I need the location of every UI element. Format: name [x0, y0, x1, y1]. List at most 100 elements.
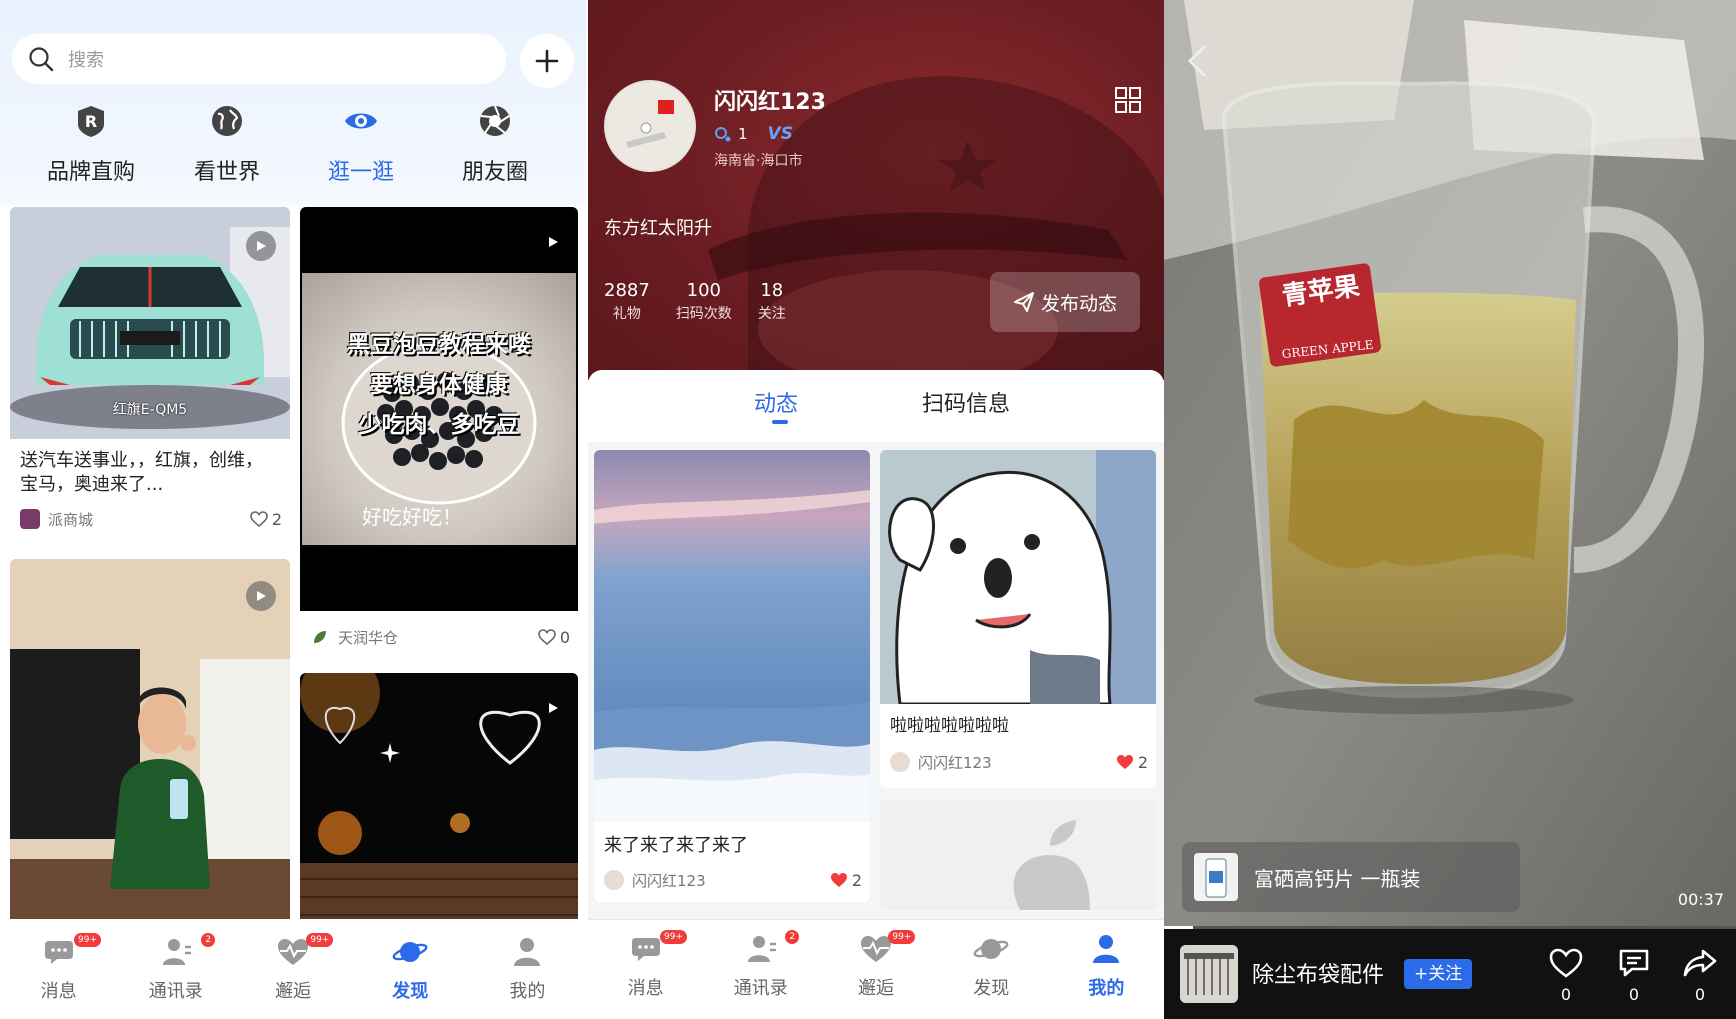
- heart-filled-icon: [830, 873, 847, 887]
- plus-icon: [535, 49, 559, 73]
- chat-bubble-icon: [631, 938, 660, 961]
- username: 闪闪红123: [714, 90, 826, 115]
- post-card[interactable]: 啦啦啦啦啦啦啦 闪闪红123 2: [880, 450, 1156, 788]
- author-name: 闪闪红123: [918, 753, 992, 772]
- stat-gifts[interactable]: 2887 礼物: [604, 280, 650, 323]
- tab-encounter[interactable]: 99+ 邂逅: [234, 923, 351, 1019]
- share-action[interactable]: 0: [1680, 947, 1720, 1004]
- tab-messages[interactable]: 99+ 消息: [0, 923, 117, 1019]
- feed-card[interactable]: 黑豆泡豆教程来喽 要想身体健康 少吃肉、多吃豆 好吃好吃！ 天润华仓 0: [300, 207, 578, 661]
- unread-badge: 99+: [660, 930, 687, 944]
- like-count[interactable]: 0: [538, 628, 570, 647]
- category-label: 逛一逛: [327, 160, 394, 185]
- tab-label: 通讯录: [148, 981, 203, 1002]
- feed-card[interactable]: [300, 673, 578, 919]
- video-player-panel: 青苹果 GREEN APPLE 富硒高钙片 一瓶装 00:37 除尘布袋配件 +…: [1164, 0, 1736, 1019]
- like-count[interactable]: 2: [1116, 753, 1148, 772]
- tab-label: 我的: [509, 981, 546, 1002]
- author-avatar: [604, 870, 624, 890]
- search-input[interactable]: 搜索: [12, 34, 506, 84]
- follow-button[interactable]: +关注: [1404, 959, 1473, 989]
- tab-moments[interactable]: 动态: [754, 386, 798, 418]
- video-action-bar: 除尘布袋配件 +关注 0 0 0: [1164, 929, 1736, 1019]
- comment-icon: [1619, 949, 1649, 977]
- user-bio: 东方红太阳升: [604, 218, 712, 239]
- tab-encounter[interactable]: 99+ 邂逅: [818, 920, 933, 1019]
- back-chevron-icon[interactable]: [1186, 44, 1208, 78]
- tab-me[interactable]: 我的: [1049, 920, 1164, 1019]
- feed-card[interactable]: [10, 559, 290, 919]
- tab-discover[interactable]: 发现: [352, 923, 469, 1019]
- tab-scan-info[interactable]: 扫码信息: [922, 386, 1010, 418]
- category-label: 品牌直购: [46, 160, 135, 185]
- tab-label: 我的: [1088, 978, 1125, 999]
- category-moments[interactable]: 朋友圈: [428, 104, 562, 186]
- heart-filled-icon: [1116, 755, 1133, 769]
- add-button[interactable]: [520, 34, 574, 88]
- category-see-world[interactable]: 看世界: [160, 104, 294, 186]
- chat-bubble-icon: [44, 941, 73, 964]
- tab-label: 消息: [40, 981, 77, 1002]
- user-avatar[interactable]: [604, 80, 696, 172]
- user-icon: [514, 938, 541, 966]
- video-frame[interactable]: 青苹果 GREEN APPLE: [1164, 0, 1736, 926]
- post-meta: 闪闪红123 2: [890, 750, 1148, 774]
- publish-post-button[interactable]: 发布动态: [990, 272, 1140, 332]
- shop-avatar[interactable]: [1180, 945, 1238, 1003]
- heartbeat-icon: [278, 939, 308, 965]
- level-icon: [715, 127, 731, 142]
- shop-name: 除尘布袋配件: [1252, 963, 1385, 988]
- post-card[interactable]: 来了来了来了来了 闪闪红123 2: [594, 450, 870, 902]
- product-name: 富硒高钙片 一瓶装: [1254, 866, 1421, 891]
- unread-badge: 2: [201, 933, 216, 947]
- share-icon: [1683, 949, 1717, 977]
- comment-action[interactable]: 0: [1614, 947, 1654, 1004]
- post-card[interactable]: [880, 800, 1156, 910]
- play-icon: [538, 693, 568, 723]
- unread-badge: 2: [785, 930, 800, 944]
- globe-icon: [212, 106, 242, 136]
- like-count[interactable]: 2: [830, 871, 862, 890]
- post-title: 来了来了来了来了: [604, 835, 748, 856]
- like-action[interactable]: 0: [1546, 947, 1586, 1004]
- grid-qr-icon[interactable]: [1114, 86, 1142, 114]
- like-count[interactable]: 2: [250, 510, 282, 529]
- bean-headline-1: 黑豆泡豆教程来喽: [347, 332, 531, 358]
- tab-label: 发现: [973, 978, 1010, 999]
- search-placeholder: 搜索: [68, 50, 104, 71]
- stat-scans[interactable]: 100 扫码次数: [676, 280, 732, 323]
- tab-contacts[interactable]: 2 通讯录: [117, 923, 234, 1019]
- product-tag[interactable]: 富硒高钙片 一瓶装: [1182, 842, 1520, 912]
- search-icon: [29, 47, 54, 72]
- leaf-logo-icon: [314, 631, 326, 643]
- bottom-tab-bar: 99+ 消息 2 通讯录 99+ 邂逅 发现 我的: [0, 923, 586, 1019]
- hearts-thumbnail: [300, 673, 578, 919]
- play-icon: [538, 227, 568, 257]
- category-brand-direct[interactable]: R 品牌直购: [24, 104, 158, 186]
- video-time: 00:37: [1677, 890, 1724, 909]
- profile-header: 闪闪红123 1 VS 海南省·海口市 东方红太阳升 2887 礼物 100 扫码次…: [588, 0, 1164, 380]
- heart-icon: [1549, 948, 1583, 978]
- stat-following[interactable]: 18 关注: [758, 280, 786, 323]
- tab-messages[interactable]: 99+ 消息: [588, 920, 703, 1019]
- screen-composite: 搜索 R 品牌直购 看世界 逛一逛 朋友圈 红旗E-QM5 送汽车送事业，，红旗…: [0, 0, 1736, 1019]
- post-meta: 闪闪红123 2: [604, 868, 862, 892]
- category-browse[interactable]: 逛一逛: [294, 104, 428, 186]
- contacts-icon: [747, 936, 776, 962]
- feed-card[interactable]: 红旗E-QM5 送汽车送事业，，红旗，创维，宝马，奥迪来了... 派商城 2: [10, 207, 290, 545]
- unread-badge: 99+: [306, 933, 334, 947]
- tab-discover[interactable]: 发现: [934, 920, 1049, 1019]
- author-name: 天润华仓: [338, 628, 399, 647]
- tab-me[interactable]: 我的: [469, 923, 586, 1019]
- eye-icon: [345, 113, 377, 129]
- send-icon: [1013, 292, 1034, 312]
- svg-text:R: R: [85, 112, 97, 131]
- tab-label: 邂逅: [275, 981, 311, 1002]
- unread-badge: 99+: [74, 933, 101, 947]
- discover-panel: 搜索 R 品牌直购 看世界 逛一逛 朋友圈 红旗E-QM5 送汽车送事业，，红旗…: [0, 0, 586, 1019]
- post-title: 啦啦啦啦啦啦啦: [890, 716, 1009, 736]
- category-label: 朋友圈: [461, 160, 528, 185]
- planet-icon: [392, 942, 428, 962]
- tab-contacts[interactable]: 2 通讯录: [703, 920, 818, 1019]
- planet-icon: [973, 939, 1009, 959]
